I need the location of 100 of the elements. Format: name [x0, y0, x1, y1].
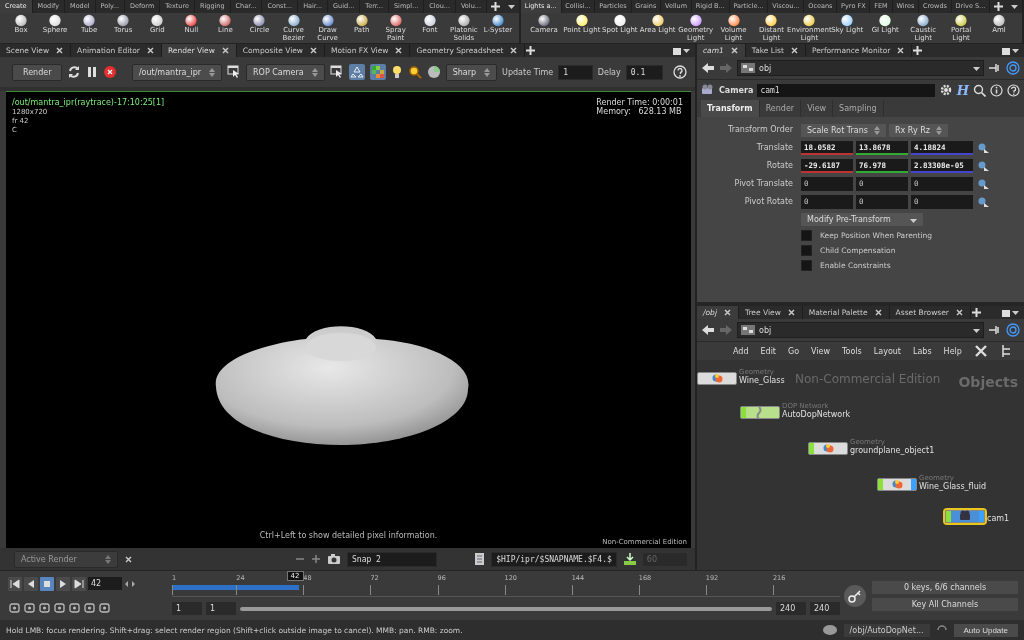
target-icon[interactable]: [1006, 323, 1020, 337]
close-icon[interactable]: [896, 46, 906, 55]
node[interactable]: [740, 406, 780, 419]
order-dropdown[interactable]: Rx Ry Rz: [889, 123, 948, 137]
delay-field[interactable]: 0.1: [625, 64, 663, 80]
render-mode-dropdown[interactable]: Active Render: [14, 550, 118, 568]
close-icon[interactable]: [145, 46, 155, 55]
close-icon[interactable]: [124, 554, 133, 564]
snapshot-field[interactable]: Snap 2: [347, 551, 437, 567]
path-field[interactable]: obj: [737, 322, 984, 338]
toggle-button[interactable]: [369, 64, 386, 80]
checkbox[interactable]: [801, 230, 812, 241]
close-icon[interactable]: [789, 46, 799, 55]
pane-menu-icon[interactable]: [672, 45, 682, 56]
key-button[interactable]: [844, 584, 866, 607]
status-path[interactable]: /obj/AutoDopNet...: [843, 623, 930, 637]
ball-icon[interactable]: [611, 14, 628, 27]
pause-icon[interactable]: [86, 65, 99, 79]
start-frame-field[interactable]: 1: [172, 602, 202, 615]
plus-icon[interactable]: [311, 554, 321, 564]
info-icon[interactable]: [990, 83, 1003, 97]
ball-icon[interactable]: [353, 14, 370, 27]
menu-item[interactable]: Go: [788, 346, 800, 356]
menu-item[interactable]: View: [811, 346, 831, 356]
menu-item[interactable]: Labs: [913, 346, 932, 356]
ball-icon[interactable]: [725, 14, 742, 27]
ball-icon[interactable]: [573, 14, 590, 27]
back-arrow-icon[interactable]: [701, 62, 715, 74]
node[interactable]: [697, 372, 737, 385]
document-icon[interactable]: [473, 552, 486, 566]
ball-icon[interactable]: [991, 14, 1007, 27]
close-icon[interactable]: [873, 308, 883, 317]
ball-icon[interactable]: [535, 14, 552, 27]
node[interactable]: [945, 510, 985, 523]
ball-icon[interactable]: [489, 14, 506, 27]
ball-icon[interactable]: [953, 14, 970, 27]
range-slider[interactable]: [240, 606, 772, 611]
close-icon[interactable]: [509, 46, 519, 55]
end-range-field[interactable]: 240: [776, 602, 806, 615]
ball-icon[interactable]: [319, 14, 336, 27]
download-icon[interactable]: [622, 552, 637, 566]
path-field[interactable]: $HIP/ipr/$SNAPNAME.$F4.$: [491, 551, 617, 567]
add-tab-icon[interactable]: [912, 45, 924, 56]
frame-field[interactable]: 42: [88, 577, 122, 591]
add-tab-icon[interactable]: [970, 307, 982, 318]
node[interactable]: [877, 478, 917, 491]
ball-icon[interactable]: [687, 14, 704, 27]
ball-icon[interactable]: [801, 14, 818, 27]
ball-icon[interactable]: [81, 14, 98, 27]
handle-icon[interactable]: [976, 142, 990, 154]
ball-icon[interactable]: [285, 14, 302, 27]
checkbox[interactable]: [801, 260, 812, 271]
pin-icon[interactable]: [988, 62, 1002, 74]
ball-icon[interactable]: [763, 14, 780, 27]
tree-icon[interactable]: [999, 344, 1012, 358]
ball-icon[interactable]: [251, 14, 268, 27]
close-icon[interactable]: [55, 46, 65, 55]
add-tab-icon[interactable]: [993, 1, 1005, 12]
ball-icon[interactable]: [426, 65, 441, 79]
menu-item[interactable]: Layout: [873, 346, 901, 356]
add-tab-icon[interactable]: [489, 1, 501, 12]
dropdown-caret-icon[interactable]: [682, 46, 691, 55]
close-icon[interactable]: [394, 46, 404, 55]
pick-icon[interactable]: [329, 65, 344, 79]
menu-item[interactable]: Edit: [760, 346, 776, 356]
ball-icon[interactable]: [183, 14, 200, 27]
first-frame-icon[interactable]: [9, 577, 21, 590]
close-icon[interactable]: [786, 308, 796, 317]
menu-item[interactable]: Add: [733, 346, 749, 356]
checkbox[interactable]: [801, 245, 812, 256]
render-button[interactable]: Render: [12, 63, 63, 81]
dropdown-caret-icon[interactable]: [506, 2, 516, 11]
menu-item[interactable]: Help: [943, 346, 962, 356]
toggle-button[interactable]: [348, 64, 365, 80]
ball-icon[interactable]: [217, 14, 234, 27]
node-name-field[interactable]: cam1: [757, 83, 935, 97]
preview-dropdown[interactable]: Sharp: [445, 63, 498, 81]
tools-icon[interactable]: [973, 344, 988, 358]
last-frame-icon[interactable]: [73, 577, 85, 590]
ball-icon[interactable]: [877, 14, 894, 27]
target-icon[interactable]: [1006, 61, 1020, 75]
path-field[interactable]: obj: [737, 60, 984, 76]
node[interactable]: [808, 442, 848, 455]
parameter-tab[interactable]: Transform: [701, 100, 760, 117]
handle-icon[interactable]: [976, 178, 990, 190]
help-icon[interactable]: [673, 65, 687, 79]
step-arrows-icon[interactable]: [124, 578, 136, 589]
key-channels-dropdown[interactable]: Key All Channels: [872, 597, 1018, 611]
pane-menu-icon[interactable]: [1001, 307, 1011, 318]
dropdown-caret-icon[interactable]: [1010, 2, 1020, 11]
close-icon[interactable]: [954, 308, 964, 317]
ball-icon[interactable]: [649, 14, 666, 27]
handle-icon[interactable]: [976, 196, 990, 208]
keys-dropdown[interactable]: 0 keys, 6/6 channels: [872, 580, 1018, 594]
add-tab-icon[interactable]: [525, 45, 537, 56]
pane-menu-icon[interactable]: [1001, 45, 1011, 56]
ball-icon[interactable]: [149, 14, 166, 27]
pin-icon[interactable]: [988, 324, 1002, 336]
dropdown-caret-icon[interactable]: [1011, 308, 1020, 317]
ball-icon[interactable]: [839, 14, 856, 27]
